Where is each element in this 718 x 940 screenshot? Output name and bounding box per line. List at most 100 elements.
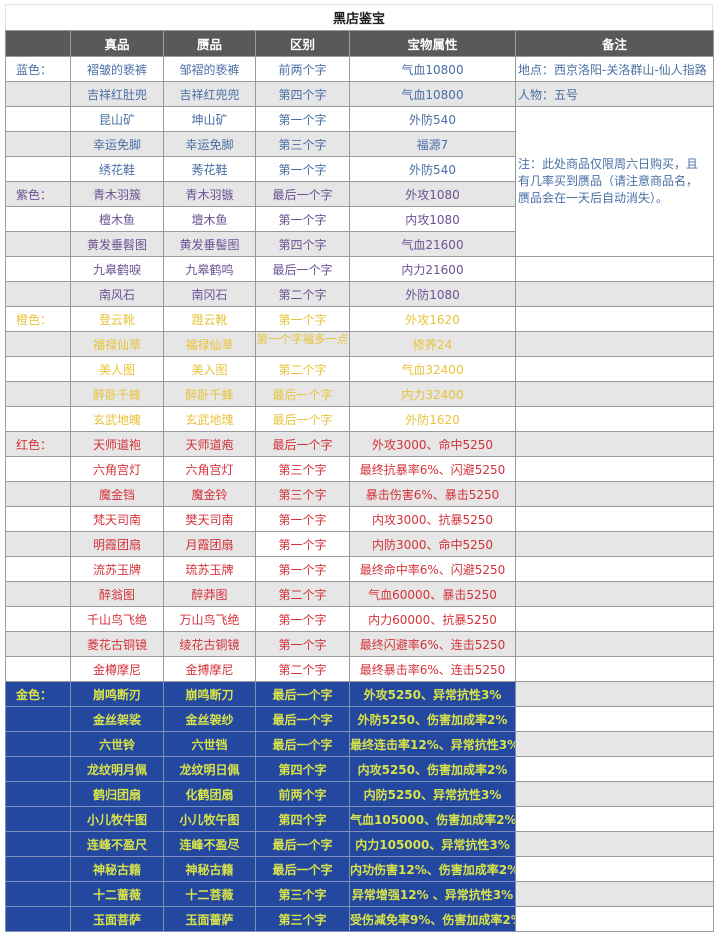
tier-cell[interactable] [5,731,71,757]
difference-cell[interactable]: 第一个字 [255,156,350,182]
remark-empty-cell[interactable] [515,531,714,557]
difference-cell[interactable]: 第二个字 [255,581,350,607]
remark-empty-cell[interactable] [515,356,714,382]
genuine-name-cell[interactable]: 梵天司南 [70,506,164,532]
remark-empty-cell[interactable] [515,631,714,657]
remark-empty-cell[interactable] [515,606,714,632]
remark-empty-cell[interactable] [515,556,714,582]
remark-note-cell[interactable]: 注：此处商品仅限周六日购买，且有几率买到赝品（请注意商品名，赝品会在一天后自动消… [515,106,714,257]
attribute-cell[interactable]: 内攻5250、伤害加成率2% [349,756,516,782]
tier-cell[interactable] [5,756,71,782]
attribute-cell[interactable]: 外防540 [349,106,516,132]
fake-name-cell[interactable]: 玉面蔷萨 [163,906,256,932]
tier-cell[interactable] [5,81,71,107]
remark-empty-cell[interactable] [515,881,714,907]
genuine-name-cell[interactable]: 十二蔷薇 [70,881,164,907]
genuine-name-cell[interactable]: 六世铃 [70,731,164,757]
genuine-name-cell[interactable]: 千山鸟飞绝 [70,606,164,632]
difference-cell[interactable]: 最后一个字 [255,431,350,457]
genuine-name-cell[interactable]: 菱花古铜镜 [70,631,164,657]
attribute-cell[interactable]: 气血32400 [349,356,516,382]
attribute-cell[interactable]: 气血21600 [349,231,516,257]
fake-name-cell[interactable]: 九皋鹤鸣 [163,256,256,282]
genuine-name-cell[interactable]: 明霞团扇 [70,531,164,557]
difference-cell[interactable]: 最后一个字 [255,256,350,282]
fake-name-cell[interactable]: 龙纹明日佩 [163,756,256,782]
remark-empty-cell[interactable] [515,381,714,407]
attribute-cell[interactable]: 最终暴击率6%、连击5250 [349,656,516,682]
difference-cell[interactable]: 最后一个字 [255,856,350,882]
fake-name-cell[interactable]: 金搏摩尼 [163,656,256,682]
attribute-cell[interactable]: 内攻1080 [349,206,516,232]
fake-name-cell[interactable]: 小儿牧午图 [163,806,256,832]
attribute-cell[interactable]: 外防540 [349,156,516,182]
tier-cell[interactable] [5,706,71,732]
fake-name-cell[interactable]: 六角宫灯 [163,456,256,482]
difference-cell[interactable]: 前两个字 [255,56,350,82]
tier-cell[interactable] [5,131,71,157]
genuine-name-cell[interactable]: 黄发垂髫图 [70,231,164,257]
remark-empty-cell[interactable] [515,906,714,932]
fake-name-cell[interactable]: 崩鸣断刀 [163,681,256,707]
difference-cell[interactable]: 第一个字 [255,206,350,232]
genuine-name-cell[interactable]: 吉祥红肚兜 [70,81,164,107]
fake-name-cell[interactable]: 醉卧千蜂 [163,381,256,407]
tier-cell[interactable] [5,356,71,382]
genuine-name-cell[interactable]: 褶皱的亵裤 [70,56,164,82]
fake-name-cell[interactable]: 琉苏玉牌 [163,556,256,582]
genuine-name-cell[interactable]: 九皋鹤唳 [70,256,164,282]
genuine-name-cell[interactable]: 六角宫灯 [70,456,164,482]
attribute-cell[interactable]: 气血60000、暴击5250 [349,581,516,607]
fake-name-cell[interactable]: 醉莽图 [163,581,256,607]
tier-cell[interactable] [5,856,71,882]
difference-cell[interactable]: 最后一个字 [255,406,350,432]
fake-name-cell[interactable]: 神秘古籍 [163,856,256,882]
remark-empty-cell[interactable] [515,481,714,507]
genuine-name-cell[interactable]: 小儿牧牛图 [70,806,164,832]
genuine-name-cell[interactable]: 龙纹明月佩 [70,756,164,782]
remark-empty-cell[interactable] [515,756,714,782]
fake-name-cell[interactable]: 天师道疱 [163,431,256,457]
remark-empty-cell[interactable] [515,806,714,832]
fake-name-cell[interactable]: 金丝袈纱 [163,706,256,732]
tier-cell[interactable] [5,531,71,557]
difference-cell[interactable]: 第二个字 [255,356,350,382]
genuine-name-cell[interactable]: 金樽摩尼 [70,656,164,682]
fake-name-cell[interactable]: 魔金铃 [163,481,256,507]
attribute-cell[interactable]: 气血10800 [349,81,516,107]
tier-cell[interactable] [5,881,71,907]
attribute-cell[interactable]: 内攻3000、抗暴5250 [349,506,516,532]
genuine-name-cell[interactable]: 醉卧千蜂 [70,381,164,407]
difference-cell[interactable]: 第一个字 [255,631,350,657]
fake-name-cell[interactable]: 绫花古铜镜 [163,631,256,657]
difference-cell[interactable]: 第一个字 [255,106,350,132]
tier-cell[interactable] [5,256,71,282]
fake-name-cell[interactable]: 黄发垂髻图 [163,231,256,257]
attribute-cell[interactable]: 外攻1080 [349,181,516,207]
tier-cell[interactable] [5,831,71,857]
genuine-name-cell[interactable]: 登云靴 [70,306,164,332]
fake-name-cell[interactable]: 坤山矿 [163,106,256,132]
difference-cell[interactable]: 最后一个字 [255,731,350,757]
tier-cell[interactable] [5,156,71,182]
fake-name-cell[interactable]: 樊天司南 [163,506,256,532]
tier-cell[interactable] [5,381,71,407]
genuine-name-cell[interactable]: 醉翁图 [70,581,164,607]
difference-cell[interactable]: 第二个字 [255,281,350,307]
difference-cell[interactable]: 最后一个字 [255,381,350,407]
attribute-cell[interactable]: 内防3000、命中5250 [349,531,516,557]
fake-name-cell[interactable]: 蹬云靴 [163,306,256,332]
fake-name-cell[interactable]: 青木羽镞 [163,181,256,207]
fake-name-cell[interactable]: 连峰不盈尽 [163,831,256,857]
remark-empty-cell[interactable] [515,506,714,532]
attribute-cell[interactable]: 内力21600 [349,256,516,282]
fake-name-cell[interactable]: 福禄仙草 [163,331,256,357]
attribute-cell[interactable]: 异常增强12% 、异常抗性3% [349,881,516,907]
remark-empty-cell[interactable] [515,581,714,607]
difference-cell[interactable]: 第一个字福多一点 [255,331,350,357]
remark-empty-cell[interactable] [515,256,714,282]
fake-name-cell[interactable]: 化鹤团扇 [163,781,256,807]
attribute-cell[interactable]: 最终抗暴率6%、闪避5250 [349,456,516,482]
fake-name-cell[interactable]: 万山鸟飞绝 [163,606,256,632]
genuine-name-cell[interactable]: 玉面菩萨 [70,906,164,932]
